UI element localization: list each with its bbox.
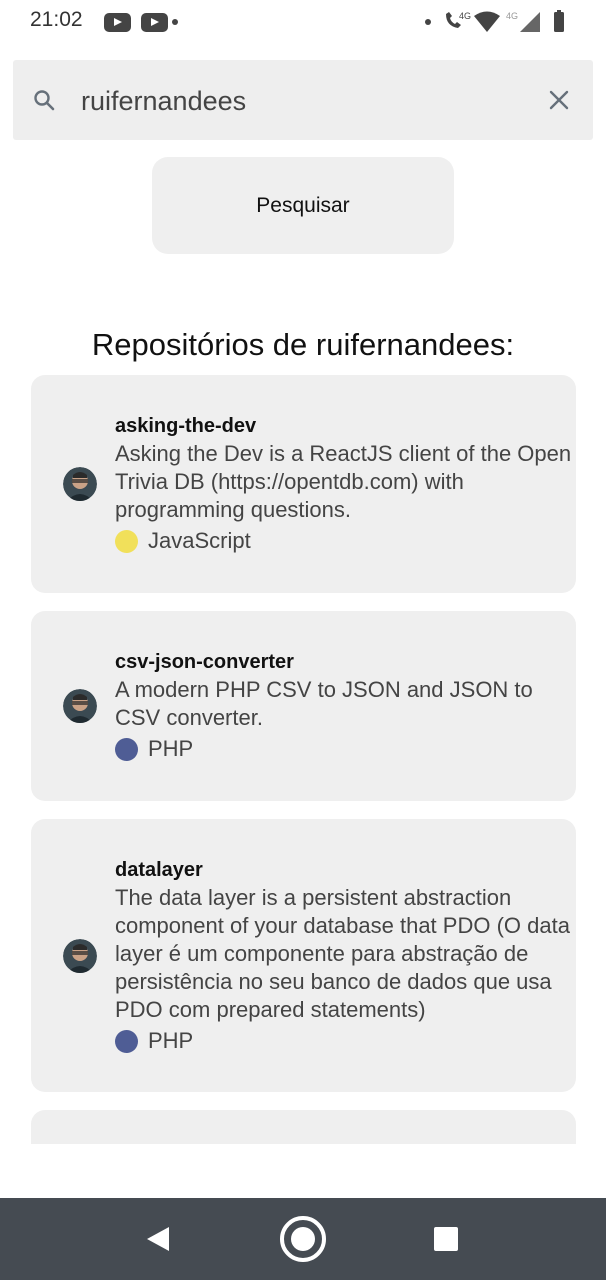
language-color-dot: [115, 1029, 138, 1053]
repo-name: csv-json-converter: [115, 651, 294, 673]
repo-list-viewport[interactable]: asking-the-dev Asking the Dev is a React…: [0, 0, 606, 1144]
repo-card[interactable]: csv-json-converter A modern PHP CSV to J…: [31, 611, 576, 801]
repo-card[interactable]: asking-the-dev Asking the Dev is a React…: [31, 375, 576, 593]
repo-name: asking-the-dev: [115, 415, 257, 437]
navigation-bar: [0, 1198, 606, 1280]
repo-language: PHP: [115, 734, 574, 764]
repo-description: A modern PHP CSV to JSON and JSON to CSV…: [115, 677, 533, 730]
language-color-dot: [115, 737, 138, 761]
recents-icon[interactable]: [433, 1227, 459, 1251]
avatar: [63, 939, 97, 973]
avatar: [63, 689, 97, 723]
repo-card[interactable]: datalayer The data layer is a persistent…: [31, 819, 576, 1092]
language-color-dot: [115, 529, 138, 553]
repo-info: asking-the-dev Asking the Dev is a React…: [115, 412, 574, 556]
repo-name: datalayer: [115, 859, 203, 881]
repo-language: PHP: [115, 1026, 574, 1056]
language-label: JavaScript: [148, 528, 251, 553]
repo-info: datalayer The data layer is a persistent…: [115, 856, 574, 1056]
repo-card[interactable]: [31, 1110, 576, 1144]
repo-info: csv-json-converter A modern PHP CSV to J…: [115, 648, 574, 764]
repo-language: JavaScript: [115, 526, 574, 556]
avatar: [63, 467, 97, 501]
language-label: PHP: [148, 736, 194, 761]
home-icon[interactable]: [279, 1215, 327, 1263]
back-icon[interactable]: [145, 1225, 171, 1253]
repo-description: The data layer is a persistent abstracti…: [115, 885, 570, 1022]
repo-description: Asking the Dev is a ReactJS client of th…: [115, 441, 572, 522]
language-label: PHP: [148, 1028, 194, 1053]
